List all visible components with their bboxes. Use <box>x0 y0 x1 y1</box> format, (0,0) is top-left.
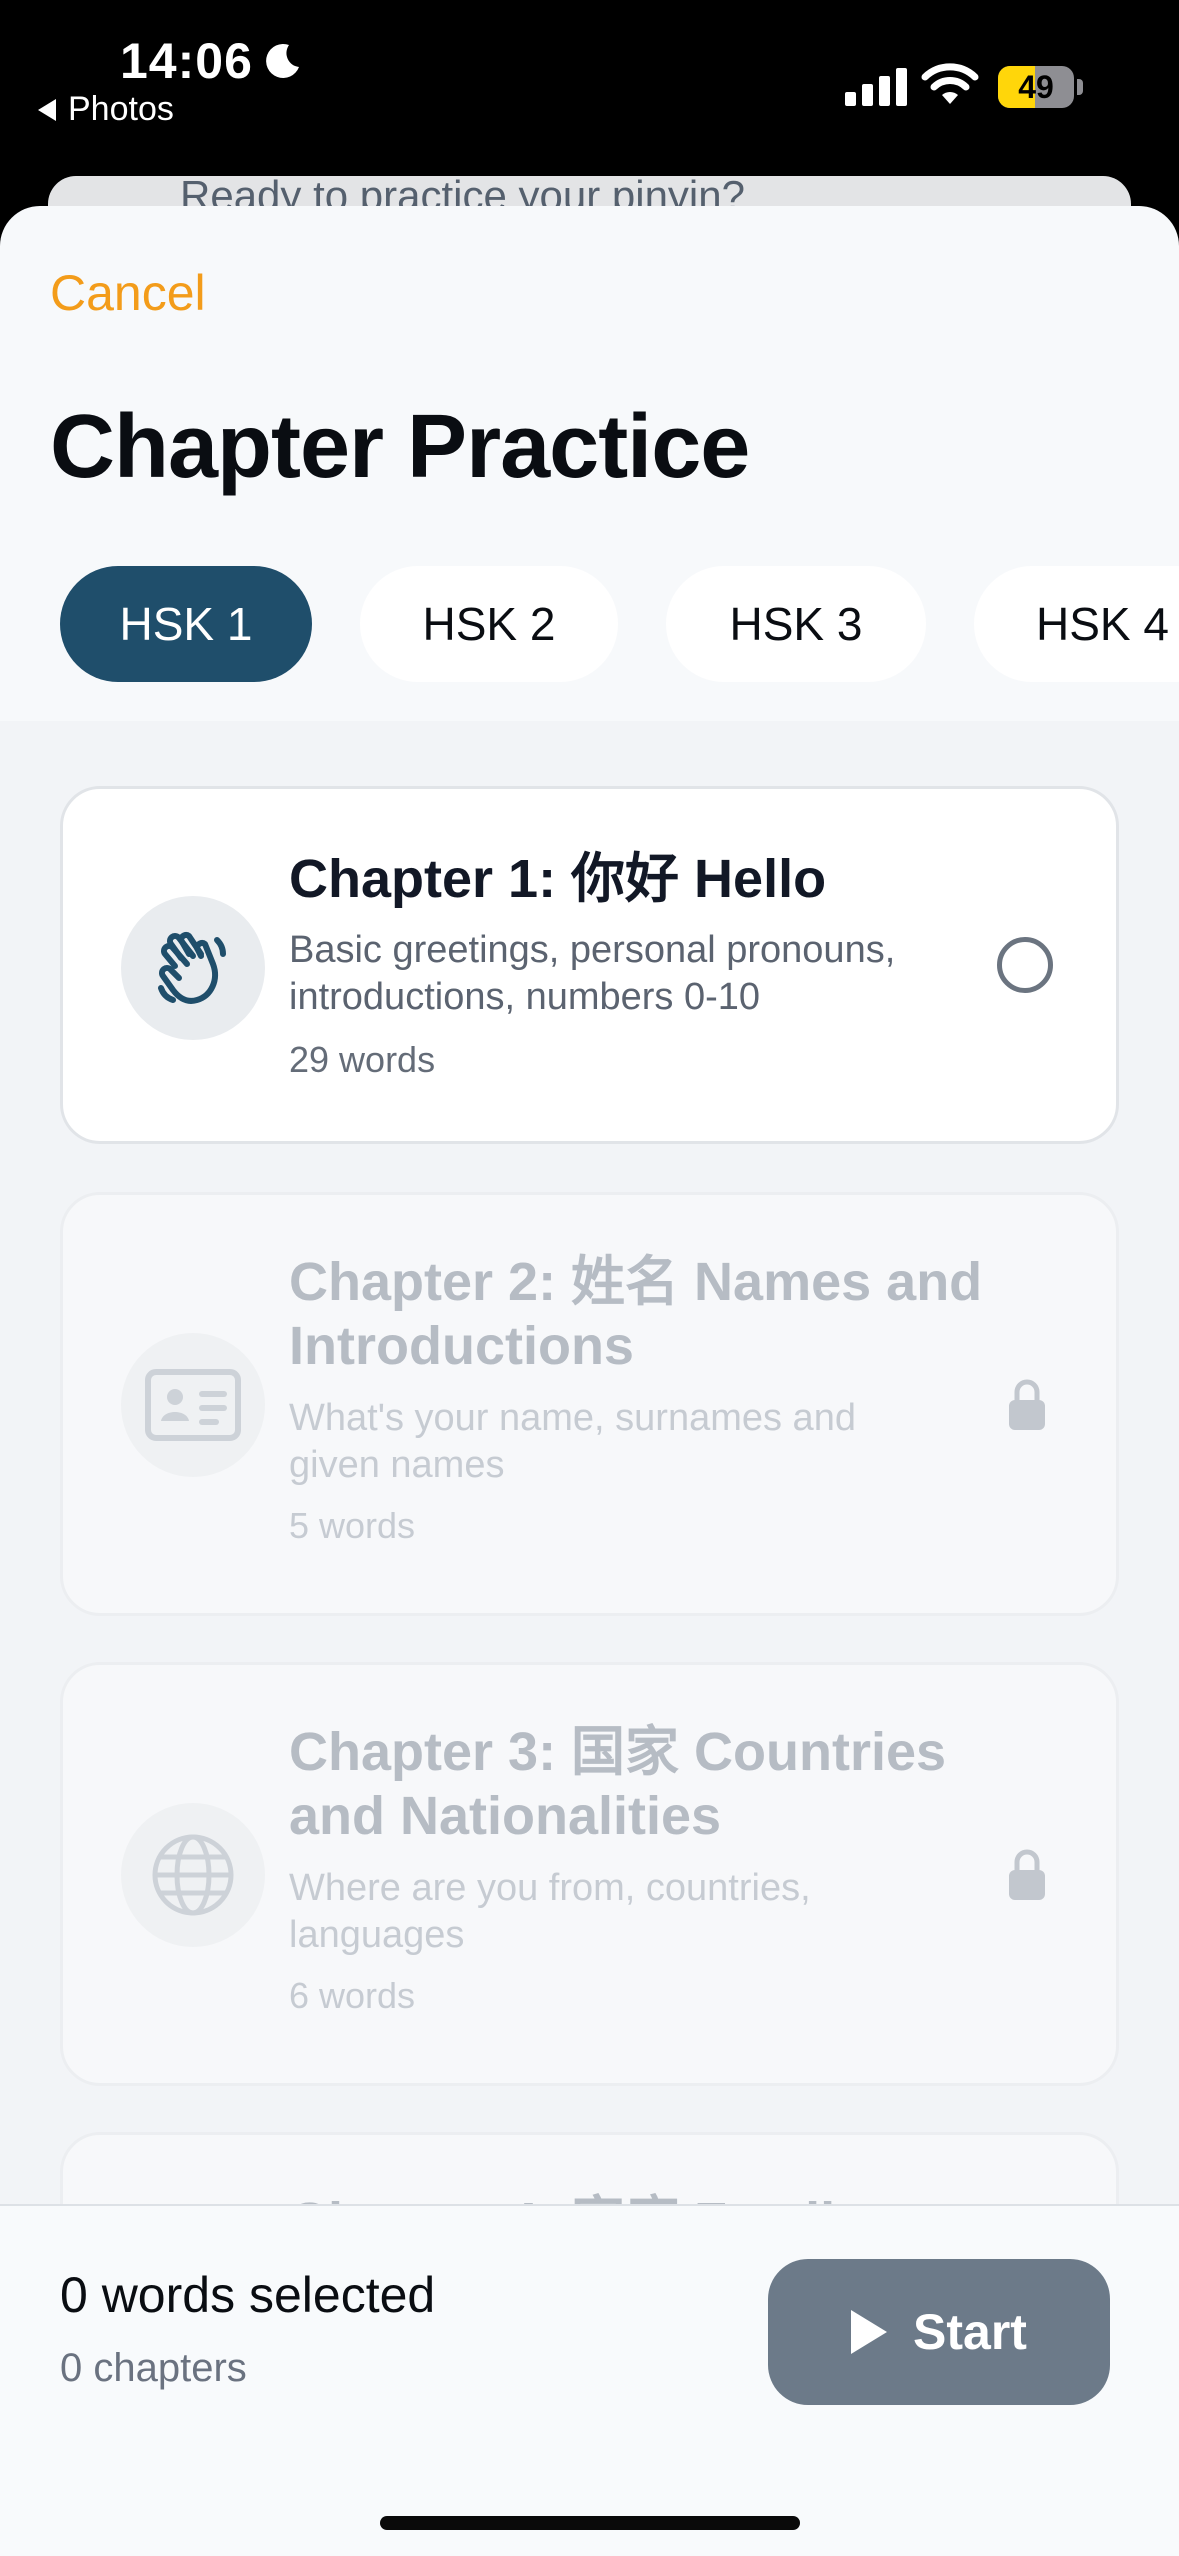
cancel-button[interactable]: Cancel <box>50 264 206 322</box>
chapter-description: Where are you from, countries, languages <box>289 1867 811 1956</box>
lock-icon <box>1009 1379 1045 1430</box>
tab-hsk-2[interactable]: HSK 2 <box>360 566 618 682</box>
chapter-card-1[interactable]: Chapter 1: 你好 Hello Basic greetings, per… <box>60 786 1119 1144</box>
chapter-word-count: 6 words <box>289 1975 416 2016</box>
play-icon <box>851 2310 888 2354</box>
chapter-title: Chapter 2: 姓名 Names and Introductions <box>289 1252 983 1376</box>
chapter-icon-circle <box>121 1803 265 1947</box>
chapter-icon-circle <box>121 896 265 1040</box>
chapters-selected-count: 0 chapters <box>60 2346 247 2390</box>
globe-icon <box>152 1834 234 1916</box>
chapter-description: Basic greetings, personal pronouns, intr… <box>289 929 896 1018</box>
battery-cap <box>1077 79 1083 95</box>
status-bar: 14:06 Photos 49 <box>0 0 1179 170</box>
time-text: 14:06 <box>120 33 253 89</box>
back-arrow-icon <box>38 98 56 121</box>
hsk-level-tabs: HSK 1 HSK 2 HSK 3 HSK 4 <box>0 566 1179 721</box>
tab-hsk-1[interactable]: HSK 1 <box>60 566 312 682</box>
chapter-title: Chapter 3: 国家 Countries and Nationalitie… <box>289 1722 947 1846</box>
lock-icon <box>1009 1849 1045 1900</box>
battery-level: 49 <box>1018 69 1054 105</box>
waving-hand-icon <box>158 932 226 1004</box>
back-app-label: Photos <box>68 90 174 128</box>
start-button[interactable]: Start <box>768 2259 1110 2405</box>
tab-hsk-3[interactable]: HSK 3 <box>666 566 926 682</box>
start-label: Start <box>913 2304 1027 2360</box>
wifi-icon <box>921 63 979 104</box>
selection-footer: 0 words selected 0 chapters Start <box>0 2204 1179 2556</box>
words-selected-count: 0 words selected <box>60 2267 436 2323</box>
chapter-word-count: 5 words <box>289 1505 416 1546</box>
status-time: 14:06 <box>120 32 303 90</box>
chapter-list: Chapter 1: 你好 Hello Basic greetings, per… <box>0 721 1179 2411</box>
chapter-icon-circle <box>121 1333 265 1477</box>
moon-icon <box>266 43 299 78</box>
chapter-card-2: Chapter 2: 姓名 Names and Introductions Wh… <box>60 1192 1119 1616</box>
page-title: Chapter Practice <box>50 397 750 497</box>
battery-icon: 49 <box>998 66 1074 108</box>
id-card-icon <box>145 1369 241 1441</box>
chapter-word-count: 29 words <box>289 1039 436 1080</box>
home-indicator[interactable] <box>380 2516 800 2530</box>
chapter-card-3: Chapter 3: 国家 Countries and Nationalitie… <box>60 1662 1119 2086</box>
back-to-app[interactable]: Photos <box>38 90 174 129</box>
chapter-select-radio[interactable] <box>997 937 1053 993</box>
chapter-title: Chapter 1: 你好 Hello <box>289 849 827 909</box>
tab-hsk-4[interactable]: HSK 4 <box>974 566 1179 682</box>
chapter-description: What's your name, surnames and given nam… <box>289 1397 856 1486</box>
cellular-signal-icon <box>845 66 907 106</box>
